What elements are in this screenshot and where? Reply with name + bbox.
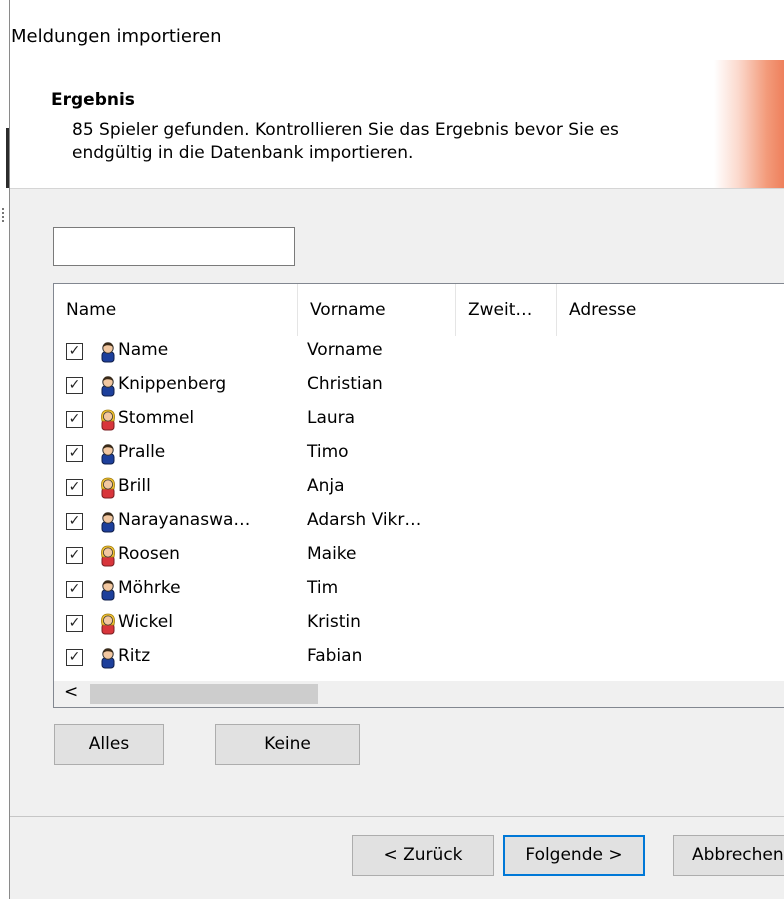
wizard-header: Ergebnis 85 Spieler gefunden. Kontrollie… bbox=[10, 60, 784, 189]
female-person-icon bbox=[98, 477, 118, 499]
background-window-strip bbox=[0, 0, 9, 899]
player-list[interactable]: Name Vorname Zweit… Adresse ✓ Name Vornam… bbox=[53, 283, 784, 708]
column-header-name[interactable]: Name bbox=[54, 284, 298, 336]
list-item[interactable]: ✓ Pralle Timo bbox=[54, 439, 784, 471]
male-person-icon bbox=[98, 511, 118, 533]
male-person-icon bbox=[98, 647, 118, 669]
male-person-icon bbox=[98, 443, 118, 465]
cell-vorname: Kristin bbox=[307, 612, 361, 632]
checkbox-checked-icon[interactable]: ✓ bbox=[66, 445, 83, 462]
cell-vorname: Timo bbox=[307, 442, 349, 462]
footer-separator bbox=[10, 816, 784, 817]
list-item[interactable]: ✓ Stommel Laura bbox=[54, 405, 784, 437]
checkbox-checked-icon[interactable]: ✓ bbox=[66, 513, 83, 530]
list-item[interactable]: ✓ Knippenberg Christian bbox=[54, 371, 784, 403]
cell-name: Knippenberg bbox=[118, 374, 227, 394]
cell-vorname: Laura bbox=[307, 408, 356, 428]
back-button[interactable]: < Zurück bbox=[352, 835, 494, 876]
cell-vorname: Maike bbox=[307, 544, 357, 564]
cell-vorname: Anja bbox=[307, 476, 345, 496]
cell-name: Wickel bbox=[118, 612, 173, 632]
list-item[interactable]: ✓ Narayanaswa… Adarsh Vikr… bbox=[54, 507, 784, 539]
scrollbar-thumb[interactable] bbox=[90, 684, 318, 704]
horizontal-scrollbar[interactable]: < bbox=[54, 681, 784, 707]
cell-name: Roosen bbox=[118, 544, 180, 564]
header-graphic bbox=[714, 60, 784, 188]
checkbox-checked-icon[interactable]: ✓ bbox=[66, 615, 83, 632]
cell-vorname: Christian bbox=[307, 374, 383, 394]
checkbox-checked-icon[interactable]: ✓ bbox=[66, 479, 83, 496]
header-description: 85 Spieler gefunden. Kontrollieren Sie d… bbox=[72, 120, 619, 163]
cell-name: Brill bbox=[118, 476, 151, 496]
male-person-icon bbox=[98, 579, 118, 601]
list-item[interactable]: ✓ Roosen Maike bbox=[54, 541, 784, 573]
checkbox-checked-icon[interactable]: ✓ bbox=[66, 377, 83, 394]
cell-name: Narayanaswa… bbox=[118, 510, 251, 530]
female-person-icon bbox=[98, 545, 118, 567]
next-button[interactable]: Folgende > bbox=[503, 835, 645, 876]
filter-input[interactable] bbox=[53, 227, 295, 266]
title-bar[interactable]: Meldungen importieren bbox=[10, 0, 784, 60]
cell-name: Pralle bbox=[118, 442, 166, 462]
list-item[interactable]: ✓ Brill Anja bbox=[54, 473, 784, 505]
column-header-adresse[interactable]: Adresse bbox=[557, 284, 784, 336]
cell-vorname: Fabian bbox=[307, 646, 363, 666]
column-header-zweitname[interactable]: Zweit… bbox=[456, 284, 557, 336]
cell-vorname: Tim bbox=[307, 578, 339, 598]
list-item[interactable]: ✓ Name Vorname bbox=[54, 337, 784, 369]
import-dialog: Meldungen importieren Ergebnis 85 Spiele… bbox=[9, 0, 784, 899]
cell-name: Stommel bbox=[118, 408, 195, 428]
list-item[interactable]: ✓ Ritz Fabian bbox=[54, 643, 784, 675]
checkbox-checked-icon[interactable]: ✓ bbox=[66, 581, 83, 598]
checkbox-checked-icon[interactable]: ✓ bbox=[66, 343, 83, 360]
cell-name: Ritz bbox=[118, 646, 151, 666]
select-all-button[interactable]: Alles bbox=[54, 724, 164, 765]
dialog-title: Meldungen importieren bbox=[11, 26, 222, 47]
select-none-button[interactable]: Keine bbox=[215, 724, 360, 765]
male-person-icon bbox=[98, 375, 118, 397]
female-person-icon bbox=[98, 409, 118, 431]
list-item[interactable]: ✓ Möhrke Tim bbox=[54, 575, 784, 607]
cell-name: Möhrke bbox=[118, 578, 181, 598]
male-person-icon bbox=[98, 341, 118, 363]
cancel-button[interactable]: Abbrechen bbox=[673, 835, 784, 876]
scroll-left-arrow[interactable]: < bbox=[64, 682, 78, 702]
cell-vorname: Vorname bbox=[307, 340, 383, 360]
female-person-icon bbox=[98, 613, 118, 635]
cell-vorname: Adarsh Vikr… bbox=[307, 510, 422, 530]
checkbox-checked-icon[interactable]: ✓ bbox=[66, 649, 83, 666]
column-header-vorname[interactable]: Vorname bbox=[298, 284, 456, 336]
checkbox-checked-icon[interactable]: ✓ bbox=[66, 411, 83, 428]
list-item[interactable]: ✓ Wickel Kristin bbox=[54, 609, 784, 641]
cell-name: Name bbox=[118, 340, 169, 360]
checkbox-checked-icon[interactable]: ✓ bbox=[66, 547, 83, 564]
header-title: Ergebnis bbox=[51, 90, 135, 110]
